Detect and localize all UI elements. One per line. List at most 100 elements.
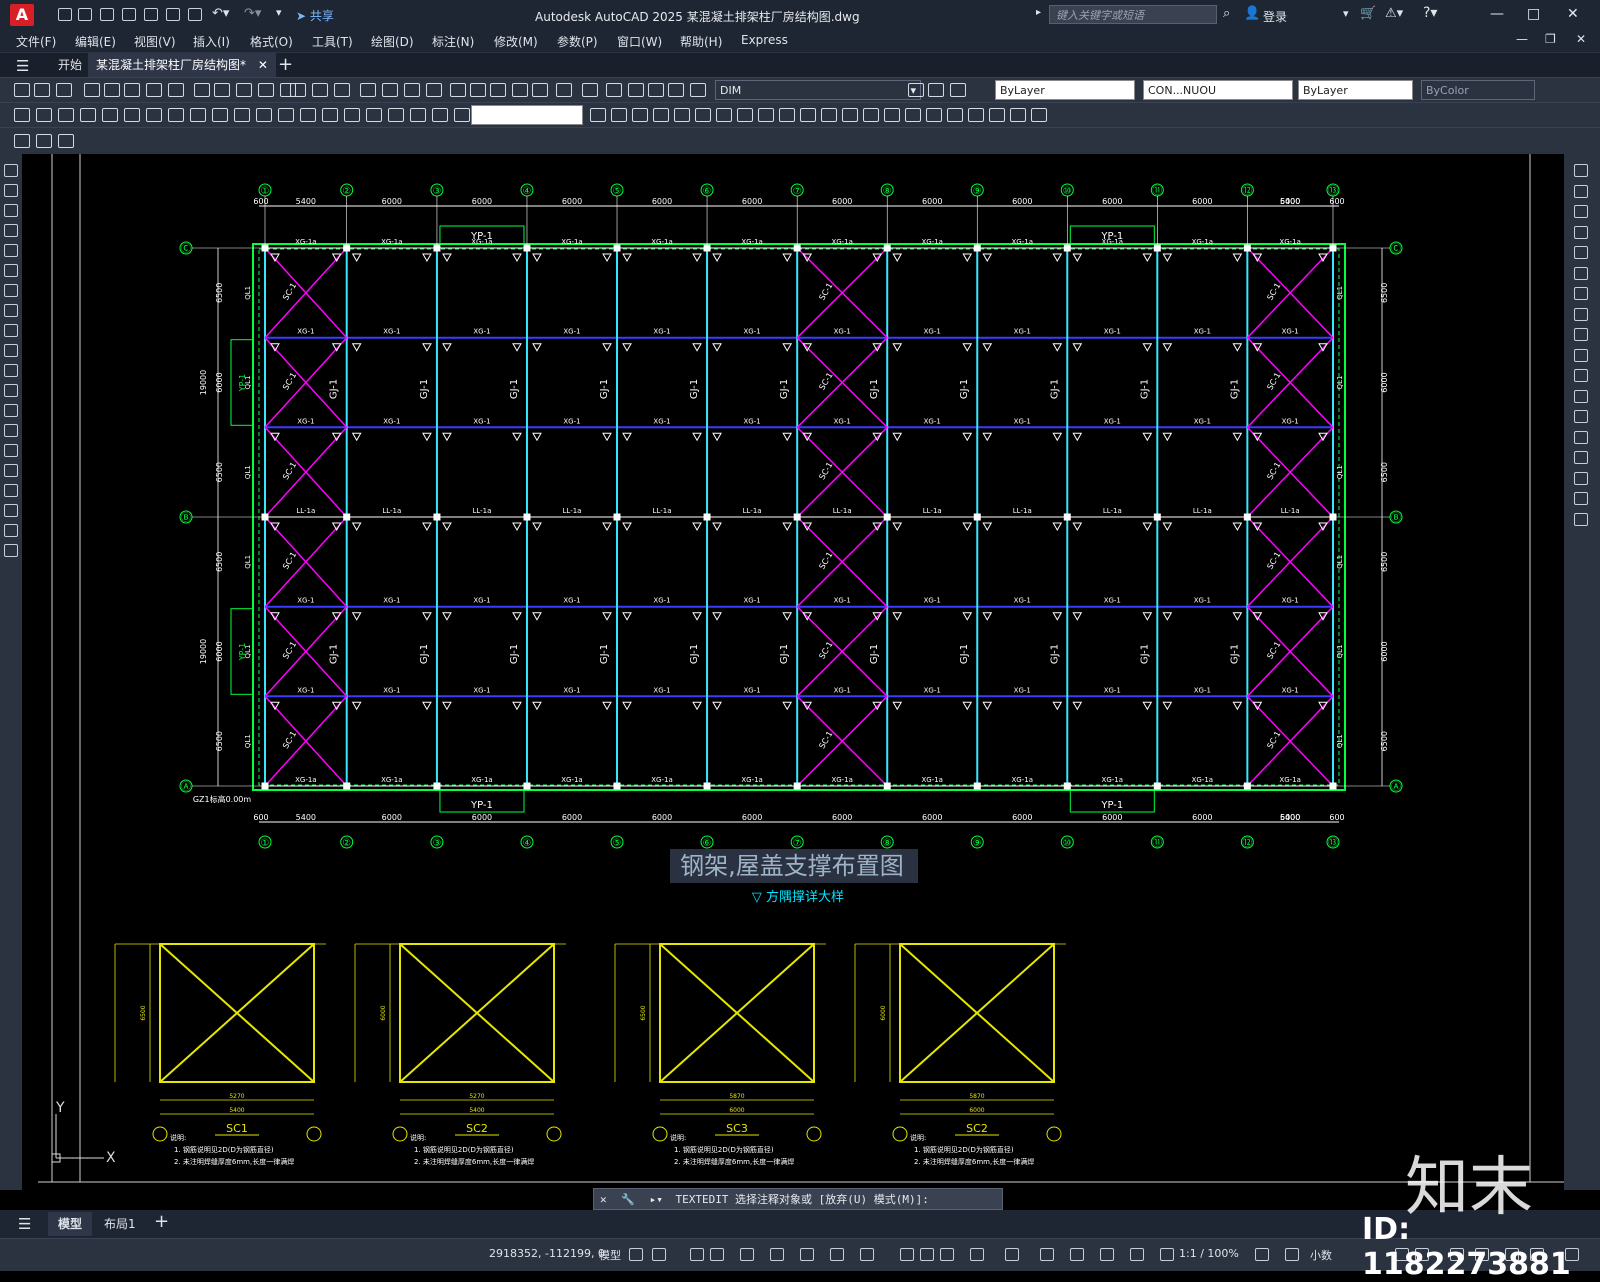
menu-help[interactable]: 帮助(H) <box>680 33 722 50</box>
status-toggle-icon-20[interactable] <box>1255 1248 1269 1261</box>
dim-tool-icon-9[interactable] <box>190 108 206 122</box>
draw-tool-icon-3[interactable] <box>4 204 18 217</box>
menu-modify[interactable]: 修改(M) <box>494 33 538 50</box>
save-icon[interactable] <box>100 8 114 21</box>
command-line[interactable]: ✕ 🔧 ▸▾ TEXTEDIT 选择注释对象或 [放弃(U) 模式(M)]: <box>593 1188 1003 1210</box>
standard-tool-icon-26[interactable] <box>556 83 572 97</box>
dimstyle-dropdown[interactable] <box>471 105 583 125</box>
draw-tool-icon-16[interactable] <box>4 464 18 477</box>
draw-tool-icon-17[interactable] <box>4 484 18 497</box>
draw-tool-icon-7[interactable] <box>4 284 18 297</box>
model-space-toggle[interactable]: 模型 <box>599 1247 621 1263</box>
status-toggle-icon-5[interactable] <box>740 1248 754 1261</box>
status-toggle-icon-7[interactable] <box>800 1248 814 1261</box>
standard-tool-icon-30[interactable] <box>648 83 664 97</box>
standard-tool-icon-12[interactable] <box>258 83 274 97</box>
dim-tool-icon-24[interactable] <box>632 108 648 122</box>
status-toggle-icon-17[interactable] <box>1100 1248 1114 1261</box>
standard-tool-icon-15[interactable] <box>312 83 328 97</box>
status-toggle-icon-10[interactable] <box>900 1248 914 1261</box>
draw-tool-icon-6[interactable] <box>4 264 18 277</box>
dim-tool-icon-1[interactable] <box>14 108 30 122</box>
standard-tool-icon-16[interactable] <box>334 83 350 97</box>
modify-tool-icon-15[interactable] <box>1574 451 1588 464</box>
standard-tool-icon-14[interactable] <box>290 83 306 97</box>
open-web-icon[interactable] <box>144 8 158 21</box>
dim-tool-icon-13[interactable] <box>278 108 294 122</box>
dim-tool-icon-29[interactable] <box>737 108 753 122</box>
layout-menu-icon[interactable]: ☰ <box>18 1215 31 1233</box>
draw-tool-icon-13[interactable] <box>4 404 18 417</box>
dim-tool-icon-23[interactable] <box>611 108 627 122</box>
modify-tool-icon-6[interactable] <box>1574 266 1588 280</box>
dim-tool-icon-39[interactable] <box>947 108 963 122</box>
draw-tool-icon-2[interactable] <box>4 184 18 197</box>
modify-tool-icon-4[interactable] <box>1574 225 1588 239</box>
modify-tool-icon-14[interactable] <box>1574 430 1588 444</box>
standard-tool-icon-7[interactable] <box>146 83 162 97</box>
dim-tool-icon-33[interactable] <box>821 108 837 122</box>
properties-icon[interactable] <box>14 134 30 148</box>
dim-tool-icon-35[interactable] <box>863 108 879 122</box>
tab-layout1[interactable]: 布局1 <box>100 1212 140 1236</box>
cart-icon[interactable]: 🛒 <box>1360 6 1376 21</box>
dropdown-icon[interactable]: ▾ <box>1343 7 1349 20</box>
search-input[interactable]: 键入关键字或短语 <box>1049 5 1217 24</box>
standard-tool-icon-9[interactable] <box>194 83 210 97</box>
standard-tool-icon-33[interactable] <box>908 83 924 97</box>
dim-tool-icon-3[interactable] <box>58 108 74 122</box>
modify-tool-icon-3[interactable] <box>1574 205 1588 218</box>
dim-tool-icon-6[interactable] <box>124 108 140 122</box>
status-toggle-icon-16[interactable] <box>1070 1248 1084 1261</box>
layers-icon[interactable] <box>58 134 74 148</box>
tab-close-icon[interactable]: ✕ <box>258 58 268 72</box>
modify-tool-icon-17[interactable] <box>1574 492 1588 505</box>
draw-tool-icon-5[interactable] <box>4 244 18 257</box>
login-link[interactable]: 登录 <box>1263 8 1287 25</box>
coordinates-readout[interactable]: 2918352, -112199, 0 <box>489 1247 605 1260</box>
standard-tool-icon-11[interactable] <box>236 83 252 97</box>
standard-tool-icon-2[interactable] <box>34 83 50 97</box>
cmd-settings-icon[interactable]: 🔧 <box>621 1193 635 1206</box>
standard-tool-icon-5[interactable] <box>104 83 120 97</box>
dim-tool-icon-41[interactable] <box>989 108 1005 122</box>
dim-tool-icon-19[interactable] <box>410 108 426 122</box>
cmd-close-icon[interactable]: ✕ <box>600 1193 607 1206</box>
minimize-button[interactable]: — <box>1490 6 1504 22</box>
dim-tool-icon-32[interactable] <box>800 108 816 122</box>
draw-tool-icon-14[interactable] <box>4 424 18 437</box>
linetype-dropdown[interactable]: CON...NUOU <box>1143 80 1293 100</box>
save-web-icon[interactable] <box>166 8 180 21</box>
layer-dropdown[interactable]: DIM ▾ <box>715 80 921 100</box>
menu-draw[interactable]: 绘图(D) <box>371 33 414 50</box>
menu-file[interactable]: 文件(F) <box>16 33 56 50</box>
modify-tool-icon-7[interactable] <box>1574 287 1588 300</box>
status-toggle-icon-13[interactable] <box>970 1248 984 1261</box>
standard-tool-icon-19[interactable] <box>404 83 420 97</box>
dim-tool-icon-17[interactable] <box>366 108 382 122</box>
standard-tool-icon-31[interactable] <box>668 83 684 97</box>
search-icon[interactable]: ⌕ <box>1223 6 1230 21</box>
menu-edit[interactable]: 编辑(E) <box>75 33 116 50</box>
drawing-canvas[interactable]: SC-1 SC-1 SC-1 SC-1 SC-1 SC-1 SC-1 SC-1 SC-1 SC-1… <box>22 154 1564 1190</box>
modify-tool-icon-11[interactable] <box>1574 369 1588 382</box>
status-toggle-icon-15[interactable] <box>1040 1248 1054 1261</box>
standard-tool-icon-29[interactable] <box>628 83 644 97</box>
standard-tool-icon-8[interactable] <box>168 83 184 97</box>
dim-tool-icon-4[interactable] <box>80 108 96 122</box>
draw-tool-icon-12[interactable] <box>4 384 18 397</box>
standard-tool-icon-25[interactable] <box>532 83 548 97</box>
status-toggle-icon-21[interactable] <box>1285 1248 1299 1261</box>
standard-tool-icon-24[interactable] <box>512 83 528 97</box>
menu-dimension[interactable]: 标注(N) <box>432 33 474 50</box>
dim-tool-icon-26[interactable] <box>674 108 690 122</box>
standard-tool-icon-35[interactable] <box>950 83 966 97</box>
color-dropdown[interactable]: ByLayer <box>995 80 1135 100</box>
dim-tool-icon-25[interactable] <box>653 108 669 122</box>
dim-tool-icon-15[interactable] <box>322 108 338 122</box>
status-toggle-icon-6[interactable] <box>770 1248 784 1261</box>
draw-tool-icon-10[interactable] <box>4 344 18 357</box>
block-icon[interactable] <box>36 134 52 148</box>
status-toggle-icon-2[interactable] <box>652 1248 666 1261</box>
draw-tool-icon-8[interactable] <box>4 304 18 317</box>
